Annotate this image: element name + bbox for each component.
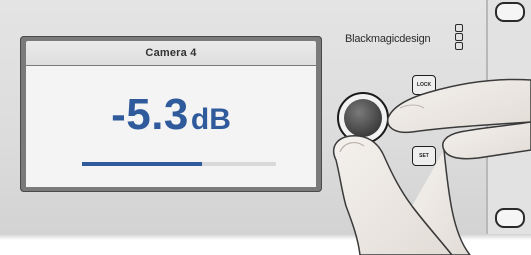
rack-mount-slot-icon xyxy=(495,208,525,228)
level-meter xyxy=(82,162,276,166)
rack-mount-slot-icon xyxy=(495,2,525,22)
rack-ear xyxy=(488,0,531,234)
rotary-knob-icon xyxy=(344,99,382,137)
level-unit: dB xyxy=(190,103,231,136)
level-meter-fill xyxy=(82,162,203,166)
level-value: -5.3 xyxy=(111,90,189,139)
lock-button[interactable]: LOCK xyxy=(412,75,436,95)
set-button[interactable]: SET xyxy=(412,146,436,166)
brand-name: Blackmagicdesign xyxy=(345,33,431,45)
channel-title: Camera 4 xyxy=(26,41,316,65)
level-readout: -5.3dB xyxy=(26,90,316,140)
panel-shadow xyxy=(0,234,531,240)
hardware-panel-photo: Camera 4 -5.3dB Blackmagicdesign LOCK SE… xyxy=(0,0,531,255)
blackmagic-logo-icon xyxy=(455,24,465,52)
